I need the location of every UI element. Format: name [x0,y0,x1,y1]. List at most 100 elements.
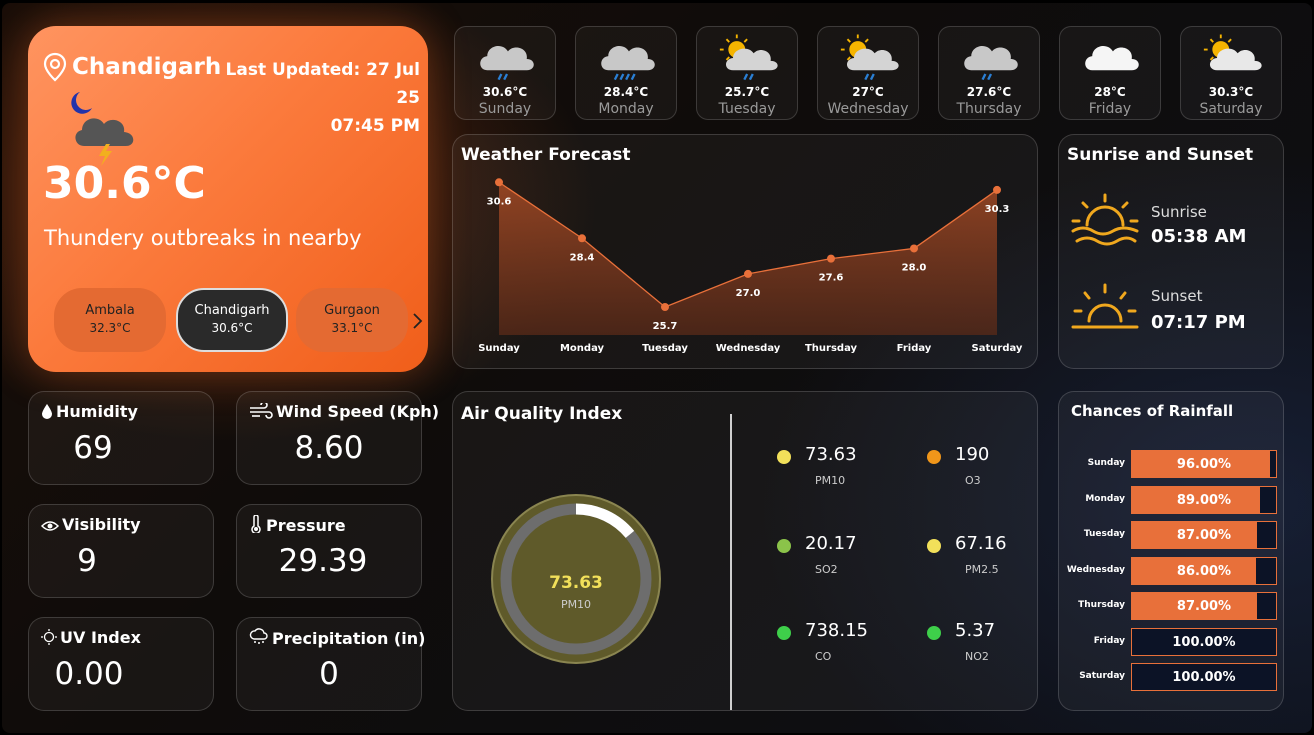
rainfall-day: Monday [1085,493,1125,504]
rainfall-row-sunday: Sunday 96.00% [1059,450,1279,478]
uv-sun-icon [41,629,57,649]
forecast-data-label: 27.6 [819,273,844,284]
rainfall-row-friday: Friday 100.00% [1059,627,1279,656]
forecast-data-label: 30.6 [487,196,512,207]
day-tile-friday[interactable]: 28°C Friday [1059,26,1161,120]
aqi-key: CO [815,650,832,663]
forecast-x-tick: Tuesday [642,343,688,354]
forecast-point-saturday[interactable] [993,185,1001,194]
aqi-status-dot [777,450,791,464]
day-temp: 27.6°C [966,85,1012,99]
forecast-point-friday[interactable] [910,244,918,253]
rainfall-title: Chances of Rainfall [1071,402,1234,420]
rainfall-day: Tuesday [1083,529,1125,539]
sunrise-time: 05:38 AM [1151,226,1247,247]
chevron-right-icon[interactable] [412,312,424,330]
aqi-gauge: 73.63 PM10 [491,494,661,664]
forecast-x-tick: Sunday [478,343,520,354]
city-pill-gurgaon[interactable]: Gurgaon 33.1°C [296,288,408,352]
uv-index-tile: UV Index 0.00 [28,617,214,711]
day-name: Saturday [1199,101,1263,117]
rainfall-row-wednesday: Wednesday 86.00% [1059,556,1279,585]
city-pill-chandigarh[interactable]: Chandigarh 30.6°C [176,288,288,352]
forecast-point-wednesday[interactable] [744,269,752,278]
wind-icon [249,401,273,423]
humidity-label: Humidity [56,402,138,421]
rainfall-day: Wednesday [1066,564,1125,575]
aqi-value: 5.37 [955,620,996,641]
rainfall-value: 89.00% [1176,492,1232,508]
sun-cloud-rain-icon [840,34,899,81]
sunrise-icon [1071,193,1139,246]
day-tile-sunday[interactable]: 30.6°C Sunday [454,26,556,120]
day-temp: 30.3°C [1208,85,1254,99]
forecast-data-label: 28.0 [902,262,927,273]
day-temp: 28.4°C [603,85,649,99]
sunrise-label: Sunrise [1151,203,1207,221]
visibility-tile: Visibility 9 [28,504,214,598]
day-name: Tuesday [718,101,776,117]
location-pin-icon [43,52,67,82]
visibility-value: 9 [77,543,97,579]
rainfall-bar: 96.00% [1131,450,1277,478]
forecast-point-tuesday[interactable] [661,303,669,311]
forecast-point-monday[interactable] [578,234,586,243]
uv-index-value: 0.00 [54,656,124,692]
aqi-value: 67.16 [955,533,1007,554]
aqi-gauge-label: PM10 [561,598,591,611]
aqi-value: 738.15 [805,620,868,641]
day-name: Thursday [956,101,1022,117]
rainfall-day: Sunday [1087,458,1125,468]
precipitation-value: 0 [319,656,339,692]
day-tile-tuesday[interactable]: 25.7°C Tuesday [696,26,798,120]
rainfall-day: Thursday [1078,600,1125,610]
day-temp: 27°C [852,85,884,99]
aqi-gauge-value: 73.63 [549,573,603,593]
pressure-tile: Pressure 29.39 [236,504,422,598]
rainfall-bar: 100.00% [1131,627,1277,656]
sunset-time: 07:17 PM [1151,312,1246,333]
forecast-x-tick: Friday [897,343,932,354]
cloud-icon [1085,46,1139,71]
humidity-tile: Humidity 69 [28,391,214,485]
day-temp: 30.6°C [482,85,528,99]
eye-icon [40,517,60,536]
sun-cloud-rain-icon [719,34,778,81]
day-tile-monday[interactable]: 28.4°C Monday [575,26,677,120]
precipitation-tile: Precipitation (in) 0 [236,617,425,711]
aqi-title: Air Quality Index [461,404,623,424]
sunset-label: Sunset [1151,287,1203,305]
forecast-point-sunday[interactable] [495,178,503,187]
rainfall-value: 100.00% [1172,670,1236,685]
forecast-point-thursday[interactable] [827,254,835,263]
rainfall-bar: 87.00% [1131,592,1277,620]
visibility-label: Visibility [62,515,141,534]
day-tile-saturday[interactable]: 30.3°C Saturday [1180,26,1282,120]
aqi-key: O3 [965,474,981,487]
rainfall-value: 86.00% [1176,563,1232,579]
rainfall-bar: 100.00% [1131,663,1277,691]
rain-cloud-icon [249,628,269,650]
day-tile-thursday[interactable]: 27.6°C Thursday [938,26,1040,120]
forecast-data-label: 30.3 [985,204,1010,215]
aqi-value: 20.17 [805,533,857,554]
day-name: Wednesday [827,101,909,117]
wind-speed-tile: Wind Speed (Kph) 8.60 [236,391,439,485]
day-temp: 25.7°C [724,85,770,99]
current-temperature: 30.6°C [43,158,206,209]
rainfall-row-saturday: Saturday 100.00% [1059,663,1279,691]
sun-title: Sunrise and Sunset [1067,145,1254,165]
humidity-value: 69 [73,430,113,466]
droplet-icon [41,403,53,423]
aqi-status-dot [777,539,791,553]
city-pill-ambala[interactable]: Ambala 32.3°C [54,288,166,352]
day-tile-wednesday[interactable]: 27°C Wednesday [817,26,919,120]
day-name: Monday [598,101,654,117]
partly-sunny-icon [1203,34,1262,71]
aqi-value: 190 [955,444,990,465]
aqi-key: PM10 [815,474,846,487]
divider [730,414,732,710]
rainfall-row-thursday: Thursday 87.00% [1059,592,1279,620]
rainfall-value: 87.00% [1176,528,1232,543]
rainfall-value: 87.00% [1176,599,1232,614]
